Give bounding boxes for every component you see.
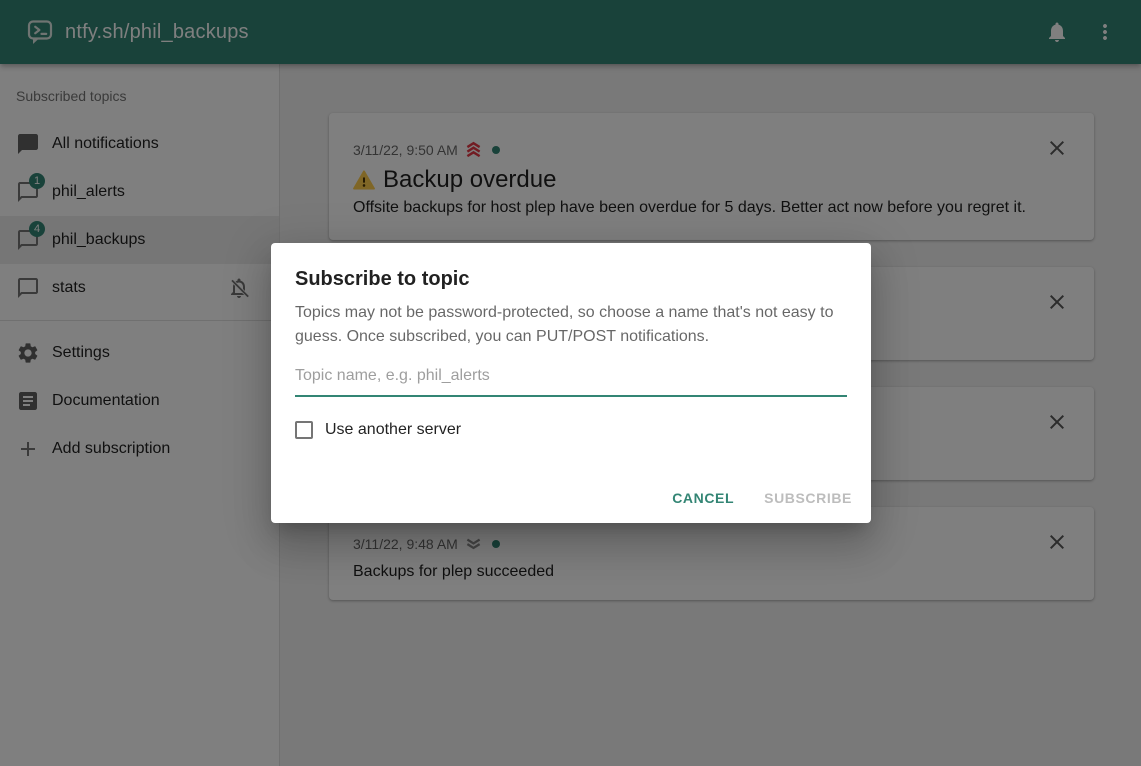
- subscribe-dialog: Subscribe to topic Topics may not be pas…: [271, 243, 871, 523]
- subscribe-button[interactable]: SUBSCRIBE: [753, 481, 863, 515]
- dialog-title: Subscribe to topic: [295, 267, 847, 291]
- use-another-server-row[interactable]: Use another server: [295, 421, 847, 439]
- cancel-button[interactable]: CANCEL: [661, 481, 745, 515]
- dialog-description: Topics may not be password-protected, so…: [295, 301, 847, 349]
- ntfy-app: ntfy.sh/phil_backups Subscribed topics A…: [0, 0, 1141, 766]
- checkbox-label: Use another server: [325, 421, 461, 439]
- use-another-server-checkbox[interactable]: [295, 421, 313, 439]
- dialog-actions: CANCEL SUBSCRIBE: [661, 481, 863, 515]
- topic-name-input[interactable]: [295, 365, 847, 397]
